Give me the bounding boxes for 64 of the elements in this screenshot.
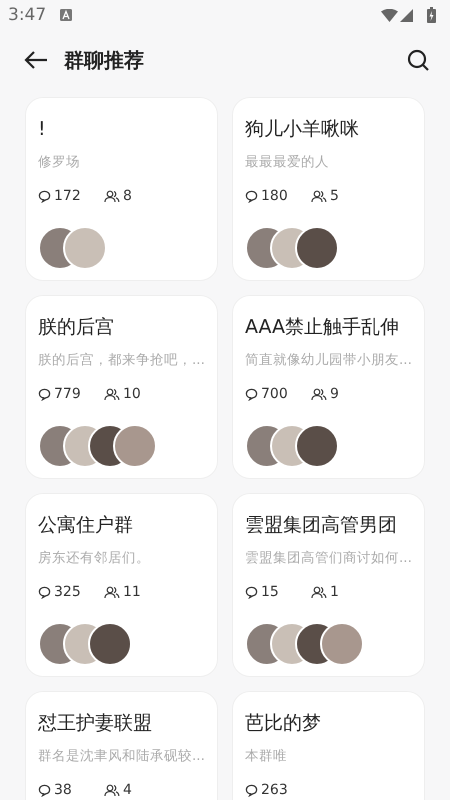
people-icon — [104, 388, 120, 400]
message-count: 180 — [261, 188, 288, 204]
comment-icon — [245, 190, 258, 202]
group-card[interactable]: ! 修罗场 172 8 — [25, 97, 218, 281]
message-count: 38 — [54, 782, 72, 798]
member-count: 9 — [330, 386, 339, 402]
group-name: 雲盟集团高管男团 — [245, 513, 398, 538]
page-title: 群聊推荐 — [64, 46, 145, 74]
group-description: 朕的后宫，都来争抢吧，... — [38, 351, 205, 370]
group-name: AAA禁止触手乱伸 — [245, 315, 400, 340]
group-card[interactable]: 怼王护妻联盟 群名是沈聿风和陆承砚较... 38 4 — [25, 691, 218, 800]
status-time: 3:47 — [8, 5, 46, 25]
message-count: 172 — [54, 188, 81, 204]
people-icon — [104, 190, 120, 202]
group-name: 怼王护妻联盟 — [38, 711, 153, 736]
group-description: 最最最爱的人 — [245, 153, 330, 172]
group-name: 公寓住户群 — [38, 513, 134, 538]
search-icon — [406, 48, 430, 72]
member-count: 1 — [330, 584, 339, 600]
battery-icon — [427, 7, 436, 23]
message-count: 325 — [54, 584, 81, 600]
member-count: 5 — [330, 188, 339, 204]
group-card[interactable]: 芭比的梦 本群唯 263 — [232, 691, 425, 800]
people-icon — [104, 586, 120, 598]
message-count: 779 — [54, 386, 81, 402]
comment-icon — [245, 586, 258, 598]
arrow-left-icon — [24, 50, 48, 70]
comment-icon — [245, 784, 258, 796]
message-count: 15 — [261, 584, 279, 600]
comment-icon — [38, 190, 51, 202]
group-description: 雲盟集团高管们商讨如何... — [245, 549, 412, 568]
member-count: 8 — [123, 188, 132, 204]
member-count: 4 — [123, 782, 132, 798]
people-icon — [311, 190, 327, 202]
group-description: 本群唯 — [245, 747, 288, 766]
group-name: 芭比的梦 — [245, 711, 322, 736]
comment-icon — [38, 784, 51, 796]
group-name: 狗儿小羊啾咪 — [245, 117, 360, 142]
group-description: 房东还有邻居们。 — [38, 549, 151, 568]
wifi-icon — [381, 8, 398, 22]
message-count: 700 — [261, 386, 288, 402]
group-name: 朕的后宫 — [38, 315, 115, 340]
member-count: 11 — [123, 584, 141, 600]
group-card[interactable]: 雲盟集团高管男团 雲盟集团高管们商讨如何... 15 1 — [232, 493, 425, 677]
group-card[interactable]: 公寓住户群 房东还有邻居们。 325 11 — [25, 493, 218, 677]
comment-icon — [38, 388, 51, 400]
group-description: 群名是沈聿风和陆承砚较... — [38, 747, 205, 766]
message-count: 263 — [261, 782, 288, 798]
people-icon — [311, 586, 327, 598]
comment-icon — [245, 388, 258, 400]
people-icon — [311, 388, 327, 400]
signal-icon — [400, 8, 413, 22]
notification-icon — [60, 9, 72, 21]
member-count: 10 — [123, 386, 141, 402]
back-button[interactable] — [24, 50, 48, 70]
people-icon — [104, 784, 120, 796]
search-button[interactable] — [406, 48, 430, 72]
group-card[interactable]: AAA禁止触手乱伸 简直就像幼儿园带小朋友... 700 9 — [232, 295, 425, 479]
group-name: ! — [38, 117, 47, 142]
group-description: 修罗场 — [38, 153, 81, 172]
comment-icon — [38, 586, 51, 598]
group-description: 简直就像幼儿园带小朋友... — [245, 351, 412, 370]
group-card[interactable]: 朕的后宫 朕的后宫，都来争抢吧，... 779 10 — [25, 295, 218, 479]
group-card[interactable]: 狗儿小羊啾咪 最最最爱的人 180 5 — [232, 97, 425, 281]
